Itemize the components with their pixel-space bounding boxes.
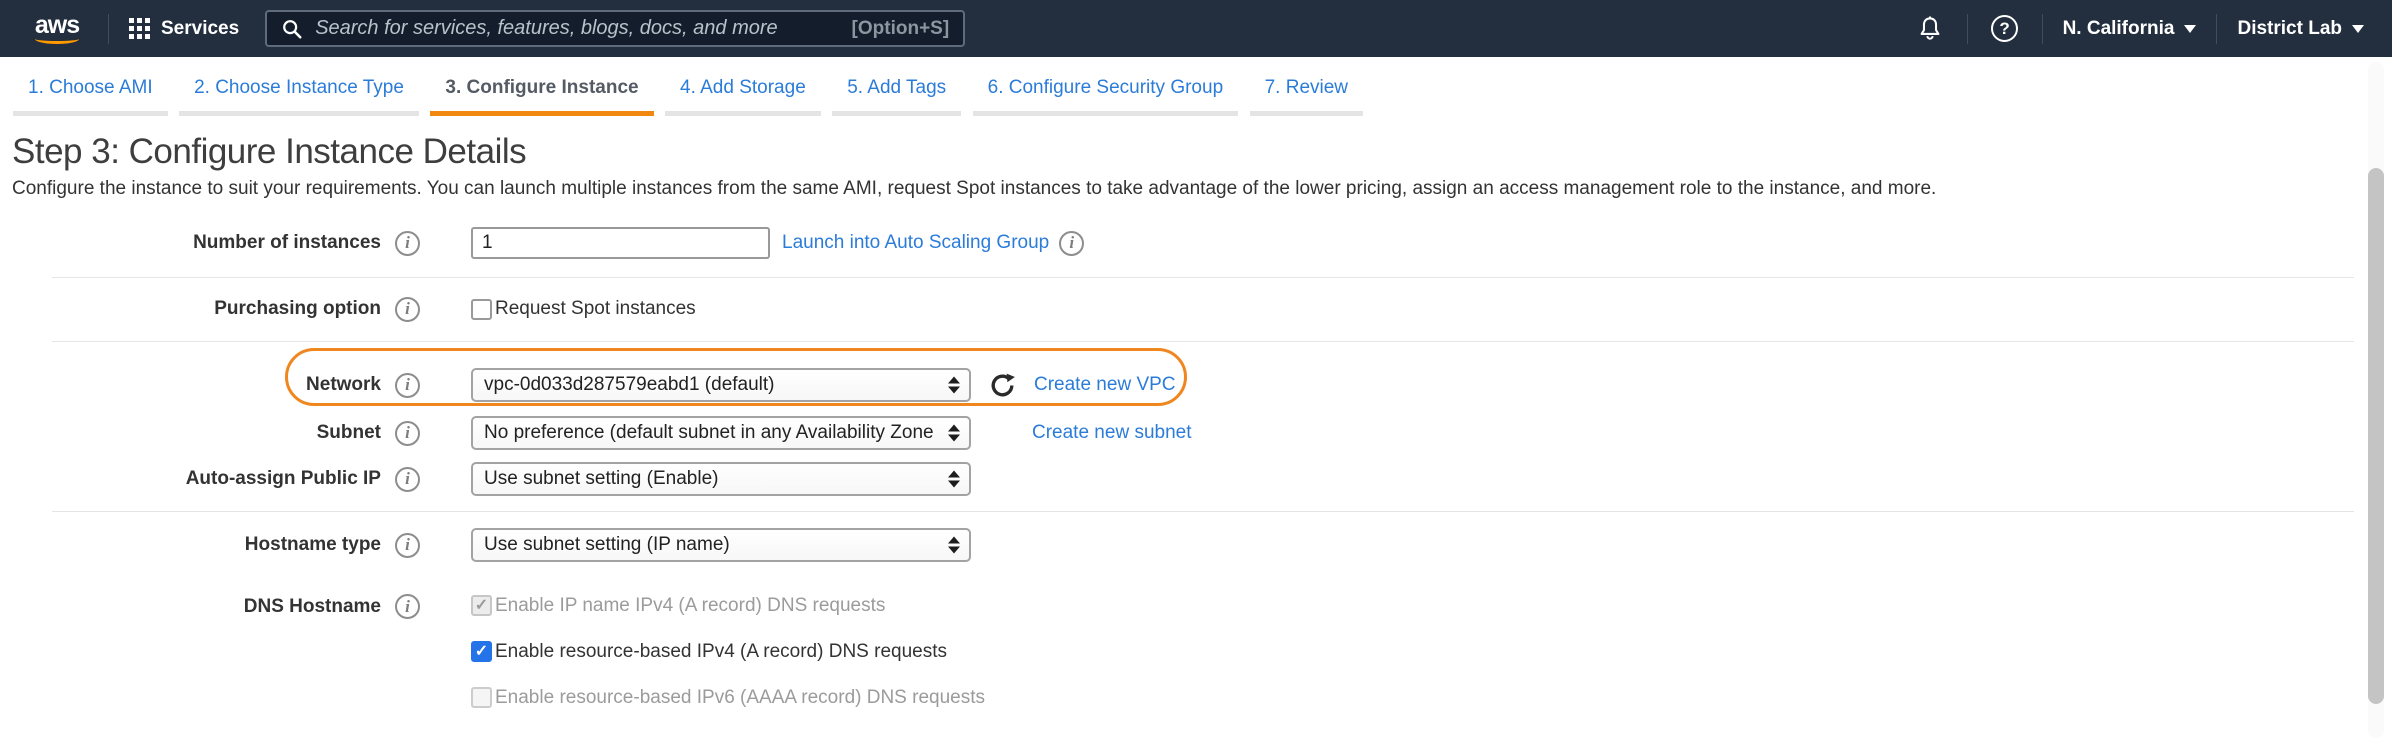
create-new-subnet-link[interactable]: Create new subnet	[1032, 422, 1192, 444]
region-selector[interactable]: N. California	[2063, 18, 2197, 40]
caret-down-icon	[2184, 25, 2196, 33]
dns-option-row: Enable resource-based IPv4 (A record) DN…	[471, 639, 985, 664]
select-arrows-icon	[948, 537, 960, 554]
tab-review[interactable]: 7. Review	[1250, 77, 1363, 116]
select-arrows-icon	[948, 425, 960, 442]
nav-divider	[2042, 14, 2043, 44]
enable-ip-name-ipv4-checkbox	[471, 595, 492, 616]
tab-configure-security-group[interactable]: 6. Configure Security Group	[973, 77, 1239, 116]
nav-divider	[1967, 14, 1968, 44]
launch-into-auto-scaling-group-link[interactable]: Launch into Auto Scaling Group	[782, 232, 1049, 254]
select-arrows-icon	[948, 377, 960, 394]
account-label: District Lab	[2237, 18, 2342, 40]
dns-option-row: Enable IP name IPv4 (A record) DNS reque…	[471, 593, 985, 618]
search-shortcut-hint: [Option+S]	[852, 18, 950, 40]
bell-icon	[1917, 15, 1943, 43]
tab-add-tags[interactable]: 5. Add Tags	[832, 77, 961, 116]
dns-option-row: Enable resource-based IPv6 (AAAA record)…	[471, 685, 985, 710]
aws-logo[interactable]: aws	[26, 14, 88, 44]
tab-configure-instance[interactable]: 3. Configure Instance	[430, 77, 653, 116]
form-row-purchasing-option: Purchasing option Request Spot instances	[12, 294, 2380, 324]
auto-assign-public-ip-value: Use subnet setting (Enable)	[484, 468, 718, 490]
form-row-network: Network vpc-0d033d287579eabd1 (default) …	[12, 368, 2380, 402]
services-grid-icon	[129, 18, 150, 39]
request-spot-instances-label: Request Spot instances	[495, 298, 696, 320]
enable-resource-based-ipv4-label: Enable resource-based IPv4 (A record) DN…	[495, 641, 947, 663]
number-of-instances-label: Number of instances	[193, 232, 381, 254]
tab-choose-instance-type[interactable]: 2. Choose Instance Type	[179, 77, 419, 116]
network-label: Network	[306, 374, 381, 396]
wizard-step-tabs: 1. Choose AMI 2. Choose Instance Type 3.…	[0, 57, 2392, 116]
refresh-icon	[987, 370, 1018, 401]
configure-instance-page: Step 3: Configure Instance Details Confi…	[0, 132, 2392, 710]
subnet-select[interactable]: No preference (default subnet in any Ava…	[471, 416, 971, 450]
enable-ip-name-ipv4-label: Enable IP name IPv4 (A record) DNS reque…	[495, 595, 885, 617]
select-arrows-icon	[948, 471, 960, 488]
subnet-label: Subnet	[317, 422, 381, 444]
tab-add-storage[interactable]: 4. Add Storage	[665, 77, 821, 116]
aws-logo-text: aws	[35, 14, 79, 36]
top-nav: aws Services [Option+S]	[0, 0, 2392, 57]
tab-choose-ami[interactable]: 1. Choose AMI	[13, 77, 168, 116]
caret-down-icon	[2352, 25, 2364, 33]
enable-resource-based-ipv4-checkbox[interactable]	[471, 641, 492, 662]
info-icon[interactable]	[395, 231, 420, 256]
info-icon[interactable]	[395, 373, 420, 398]
auto-assign-public-ip-label: Auto-assign Public IP	[186, 468, 381, 490]
page-description: Configure the instance to suit your requ…	[12, 178, 2380, 200]
services-label: Services	[161, 18, 239, 40]
nav-divider	[108, 14, 109, 44]
nav-divider	[2216, 14, 2217, 44]
form-row-dns-hostname: DNS Hostname Enable IP name IPv4 (A reco…	[12, 593, 2380, 710]
question-mark-icon: ?	[1991, 15, 2018, 42]
enable-resource-based-ipv6-checkbox	[471, 687, 492, 708]
request-spot-instances-checkbox[interactable]	[471, 299, 492, 320]
hostname-type-value: Use subnet setting (IP name)	[484, 534, 730, 556]
form-row-number-of-instances: Number of instances Launch into Auto Sca…	[12, 227, 2380, 259]
refresh-button[interactable]	[987, 370, 1018, 401]
create-new-vpc-link[interactable]: Create new VPC	[1034, 374, 1176, 396]
enable-resource-based-ipv6-label: Enable resource-based IPv6 (AAAA record)…	[495, 687, 985, 709]
hostname-type-label: Hostname type	[245, 534, 381, 556]
section-divider	[52, 511, 2354, 512]
help-button[interactable]: ?	[1988, 15, 2022, 42]
search-box[interactable]: [Option+S]	[265, 10, 965, 47]
page-title: Step 3: Configure Instance Details	[12, 132, 2380, 172]
auto-assign-public-ip-select[interactable]: Use subnet setting (Enable)	[471, 462, 971, 496]
search-icon	[281, 18, 303, 40]
info-icon[interactable]	[395, 594, 420, 619]
region-label: N. California	[2063, 18, 2175, 40]
network-select-value: vpc-0d033d287579eabd1 (default)	[484, 374, 775, 396]
search-input[interactable]	[315, 17, 839, 40]
nav-right-group: ? N. California District Lab	[1913, 14, 2364, 44]
info-icon[interactable]	[395, 421, 420, 446]
section-divider	[52, 277, 2354, 278]
form-row-auto-assign-public-ip: Auto-assign Public IP Use subnet setting…	[12, 462, 2380, 496]
hostname-type-select[interactable]: Use subnet setting (IP name)	[471, 528, 971, 562]
scrollbar-thumb[interactable]	[2368, 168, 2384, 704]
form-row-hostname-type: Hostname type Use subnet setting (IP nam…	[12, 528, 2380, 562]
info-icon[interactable]	[1059, 231, 1084, 256]
info-icon[interactable]	[395, 467, 420, 492]
dns-hostname-label: DNS Hostname	[244, 596, 381, 618]
number-of-instances-input[interactable]	[471, 227, 770, 259]
services-menu-button[interactable]: Services	[129, 18, 239, 40]
subnet-select-value: No preference (default subnet in any Ava…	[484, 422, 934, 444]
form-row-subnet: Subnet No preference (default subnet in …	[12, 416, 2380, 450]
section-divider	[52, 341, 2354, 342]
info-icon[interactable]	[395, 533, 420, 558]
info-icon[interactable]	[395, 297, 420, 322]
purchasing-option-label: Purchasing option	[214, 298, 381, 320]
notifications-button[interactable]	[1913, 15, 1947, 43]
account-menu[interactable]: District Lab	[2237, 18, 2364, 40]
aws-smile-icon	[35, 34, 79, 44]
network-select[interactable]: vpc-0d033d287579eabd1 (default)	[471, 368, 971, 402]
